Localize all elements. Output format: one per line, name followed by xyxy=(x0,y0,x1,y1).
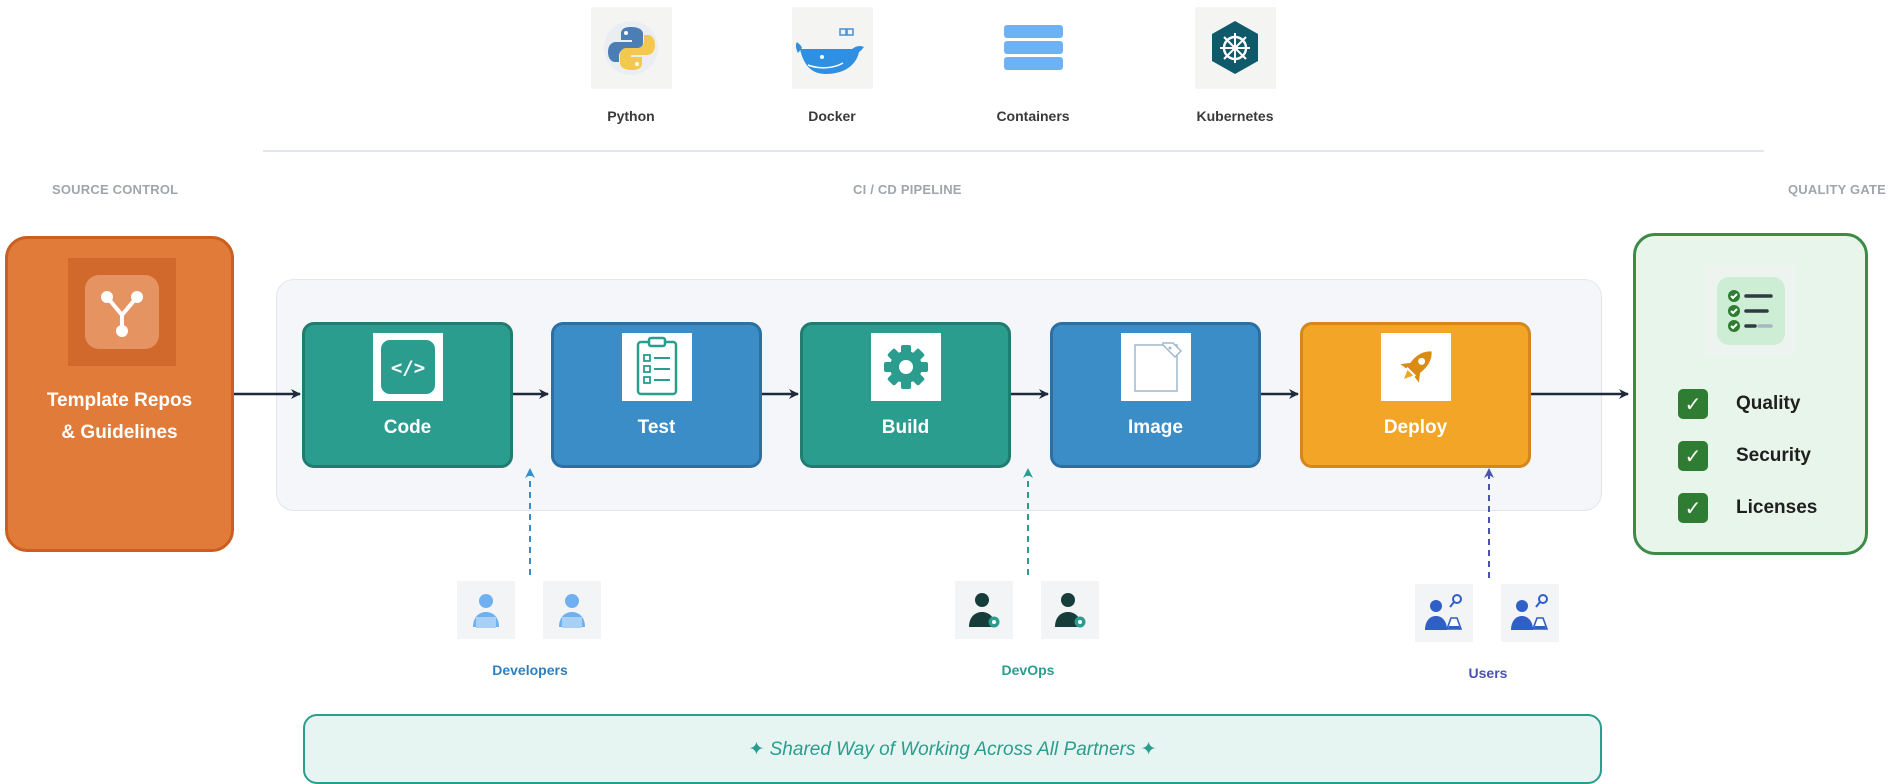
stage-image: Image xyxy=(1050,322,1261,468)
gear-icon xyxy=(870,333,941,401)
quality-gate-box: ✓ Quality ✓ Security ✓ Licenses xyxy=(1633,233,1868,555)
developer-icon xyxy=(457,581,515,639)
stage-code: </> Code xyxy=(302,322,513,468)
check-label-security: Security xyxy=(1736,445,1811,466)
banner-text: ✦ Shared Way of Working Across All Partn… xyxy=(748,739,1157,760)
user-research-icon xyxy=(1415,584,1473,642)
check-icon: ✓ xyxy=(1678,441,1708,471)
check-label-quality: Quality xyxy=(1736,393,1801,414)
check-icon: ✓ xyxy=(1678,389,1708,419)
checklist-icon xyxy=(1705,265,1797,357)
devops-icon xyxy=(955,581,1013,639)
check-icon: ✓ xyxy=(1678,493,1708,523)
stage-label: Image xyxy=(1128,417,1183,438)
group-label-developers: Developers xyxy=(492,662,568,678)
stage-label: Deploy xyxy=(1383,417,1448,438)
svg-text:</>: </> xyxy=(390,357,424,379)
stage-deploy: Deploy xyxy=(1300,322,1531,468)
stage-build: Build xyxy=(800,322,1011,468)
code-icon: </> xyxy=(372,333,443,401)
group-label-users: Users xyxy=(1468,665,1508,681)
user-research-icon xyxy=(1501,584,1559,642)
devops-icon xyxy=(1041,581,1099,639)
stage-label: Build xyxy=(881,417,930,438)
image-icon xyxy=(1120,333,1191,401)
developer-icon xyxy=(543,581,601,639)
stage-label: Test xyxy=(637,417,676,438)
stage-label: Code xyxy=(383,417,432,438)
group-label-devops: DevOps xyxy=(1001,662,1055,678)
clipboard-icon xyxy=(621,333,692,401)
shared-way-banner: ✦ Shared Way of Working Across All Partn… xyxy=(303,714,1602,784)
rocket-icon xyxy=(1380,333,1451,401)
check-label-licenses: Licenses xyxy=(1736,497,1818,518)
stage-test: Test xyxy=(551,322,762,468)
